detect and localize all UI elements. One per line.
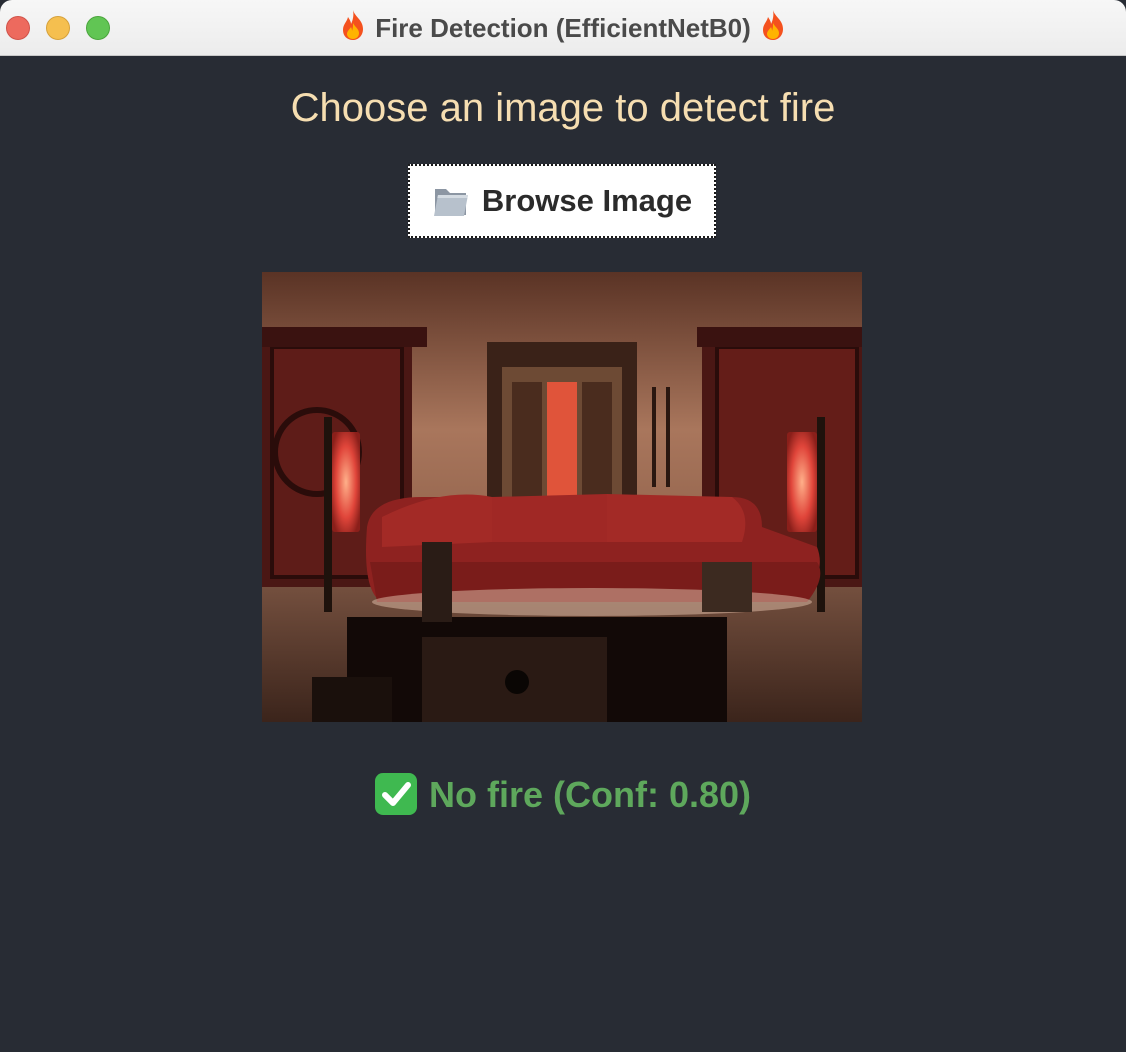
browse-image-label: Browse Image bbox=[481, 183, 693, 218]
fire-icon bbox=[342, 10, 363, 40]
result-text: No fire (Conf: 0.80) bbox=[428, 774, 751, 815]
folder-icon bbox=[433, 189, 468, 216]
detection-result: No fire (Conf: 0.80) bbox=[0, 770, 1126, 820]
window-title-text: Fire Detection (EfficientNetB0) bbox=[375, 13, 751, 43]
browse-image-button[interactable]: Browse Image bbox=[408, 164, 716, 238]
image-preview bbox=[262, 272, 862, 722]
fire-icon bbox=[763, 10, 784, 40]
window-titlebar: Fire Detection (EfficientNetB0) bbox=[0, 0, 1126, 56]
check-mark-icon bbox=[374, 773, 417, 815]
page-heading: Choose an image to detect fire bbox=[290, 86, 836, 130]
window-title: Fire Detection (EfficientNetB0) bbox=[0, 9, 1126, 44]
